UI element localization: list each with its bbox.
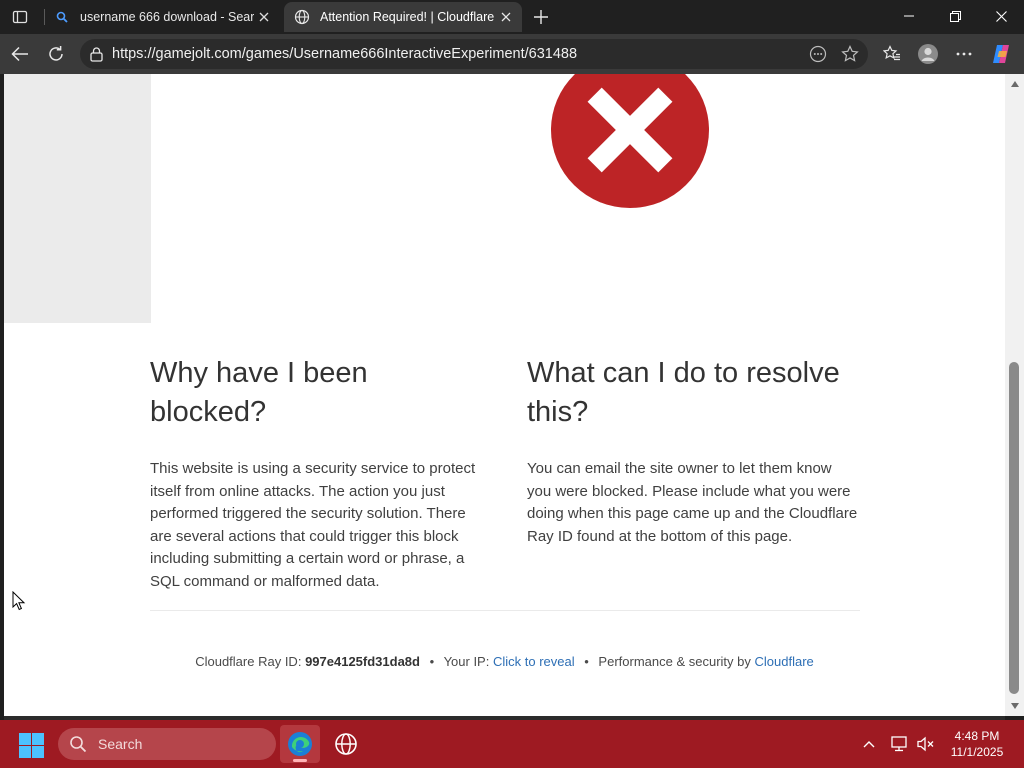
resolve-text: You can email the site owner to let them… — [527, 460, 858, 545]
volume-button[interactable] — [914, 730, 938, 758]
why-blocked-text: This website is using a security service… — [150, 460, 476, 590]
edge-browser-icon — [288, 732, 312, 756]
close-window-button[interactable] — [978, 0, 1024, 32]
caret-down-icon — [1010, 703, 1019, 709]
restore-button[interactable] — [932, 0, 978, 32]
tab-actions-button[interactable] — [6, 4, 34, 30]
ray-id-label: Cloudflare Ray ID: — [195, 654, 302, 669]
address-bar[interactable]: https://gamejolt.com/games/Username666In… — [80, 39, 868, 69]
back-arrow-icon — [11, 46, 28, 62]
why-blocked-heading: Why have I been blocked? — [150, 357, 368, 428]
clock-date: 11/1/2025 — [950, 745, 1004, 759]
favorites-button[interactable] — [877, 39, 907, 69]
favorite-button[interactable] — [836, 40, 864, 68]
resolve-section: What can I do to resolve this? You can e… — [527, 354, 859, 548]
tab-title: Attention Required! | Cloudflare — [320, 10, 495, 24]
scroll-up-button[interactable] — [1005, 76, 1024, 92]
close-icon — [995, 10, 1007, 22]
taskbar-globe-app[interactable] — [326, 725, 366, 763]
mouse-cursor-icon — [12, 591, 26, 611]
active-app-indicator — [293, 759, 307, 762]
favorites-icon — [883, 45, 900, 61]
copilot-button[interactable] — [986, 39, 1016, 69]
tab-close-button[interactable] — [254, 7, 274, 27]
network-status-button[interactable] — [888, 730, 912, 758]
cloudflare-footer: Cloudflare Ray ID: 997e4125fd31da8d • Yo… — [4, 654, 1005, 669]
taskbar-search-placeholder: Search — [98, 736, 143, 752]
browser-toolbar: https://gamejolt.com/games/Username666In… — [0, 34, 1024, 74]
refresh-button[interactable] — [41, 39, 71, 69]
back-button[interactable] — [5, 39, 35, 69]
close-icon — [259, 12, 269, 22]
bullet-separator: • — [584, 654, 589, 669]
scroll-thumb[interactable] — [1009, 362, 1019, 694]
system-clock[interactable]: 4:48 PM 11/1/2025 — [940, 728, 1014, 760]
star-icon — [841, 45, 859, 62]
close-icon — [501, 12, 511, 22]
chevron-up-icon — [863, 741, 875, 748]
performance-label: Performance & security by — [598, 654, 751, 669]
restore-icon — [949, 10, 961, 22]
reveal-ip-link[interactable]: Click to reveal — [493, 654, 575, 669]
globe-icon — [294, 9, 310, 25]
cloudflare-link[interactable]: Cloudflare — [755, 654, 814, 669]
show-hidden-icons-button[interactable] — [858, 730, 880, 758]
avatar-icon — [918, 44, 938, 64]
tab-actions-icon — [12, 10, 28, 24]
bullet-separator: • — [429, 654, 435, 669]
tab-strip: username 666 download - Search Attention… — [0, 0, 1024, 34]
more-horizontal-icon — [956, 52, 972, 56]
page-viewport: Why have I been blocked? This website is… — [4, 74, 1005, 716]
caret-up-icon — [1010, 81, 1019, 87]
search-icon — [68, 734, 88, 754]
tab-close-button[interactable] — [496, 7, 516, 27]
why-blocked-section: Why have I been blocked? This website is… — [150, 354, 482, 593]
scroll-down-button[interactable] — [1005, 698, 1024, 714]
resolve-heading: What can I do to resolve this? — [527, 357, 840, 428]
taskbar-edge-app[interactable] — [280, 725, 320, 763]
minimize-button[interactable] — [886, 0, 932, 32]
taskbar: Search 4:48 PM 11/1/2025 — [0, 720, 1024, 768]
ray-id-value: 997e4125fd31da8d — [305, 654, 420, 669]
plus-icon — [534, 10, 548, 24]
lock-icon[interactable] — [88, 46, 104, 62]
page-scrollbar[interactable] — [1005, 74, 1024, 716]
read-aloud-button[interactable] — [804, 40, 832, 68]
ip-label: Your IP: — [443, 654, 490, 669]
globe-icon — [335, 733, 357, 755]
volume-muted-icon — [917, 736, 934, 752]
copilot-icon — [993, 45, 1009, 63]
minimize-icon — [904, 15, 914, 17]
clock-time: 4:48 PM — [954, 729, 1000, 743]
tab-search[interactable]: username 666 download - Search — [44, 2, 280, 32]
error-x-icon — [551, 74, 709, 208]
tab-title: username 666 download - Search — [80, 10, 254, 24]
search-icon — [54, 9, 70, 25]
taskbar-search-box[interactable]: Search — [58, 728, 276, 760]
tab-cloudflare[interactable]: Attention Required! | Cloudflare — [284, 2, 522, 32]
image-placeholder — [4, 74, 151, 323]
settings-menu-button[interactable] — [949, 39, 979, 69]
more-circle-icon — [809, 45, 827, 63]
new-tab-button[interactable] — [528, 4, 554, 30]
network-icon — [891, 736, 907, 752]
divider — [150, 610, 860, 611]
refresh-icon — [49, 46, 63, 61]
profile-button[interactable] — [913, 39, 943, 69]
start-button[interactable] — [18, 732, 44, 758]
url-text[interactable]: https://gamejolt.com/games/Username666In… — [112, 46, 804, 62]
